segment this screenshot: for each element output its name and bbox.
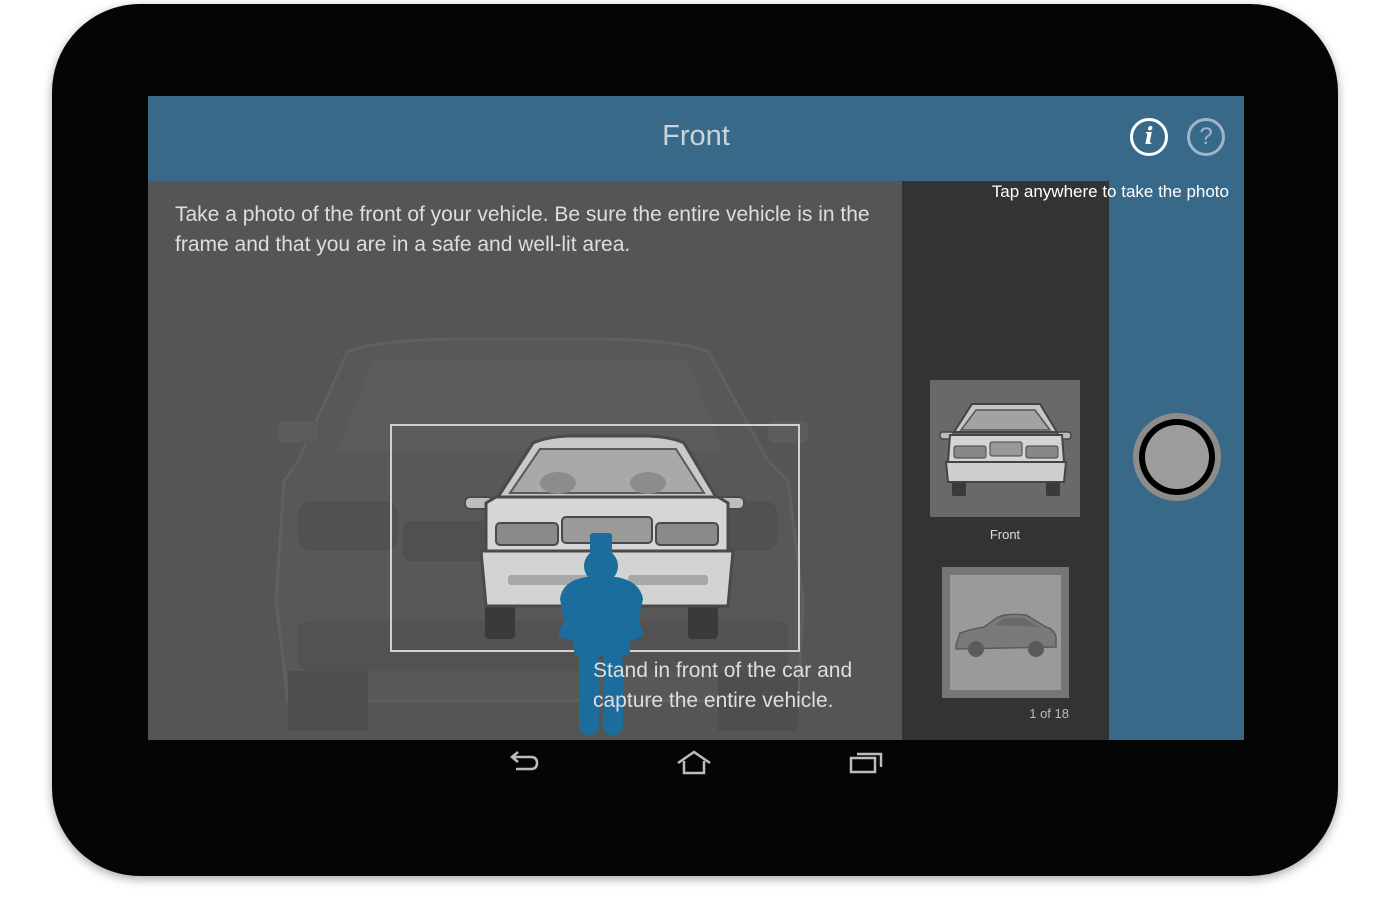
help-button[interactable]: ? <box>1187 118 1225 156</box>
shutter-ring <box>1139 419 1215 495</box>
stand-hint-text: Stand in front of the car and capture th… <box>593 659 853 712</box>
capture-panel[interactable] <box>1109 181 1244 740</box>
help-icon: ? <box>1199 123 1213 150</box>
shutter-button[interactable] <box>1133 413 1221 501</box>
car-side-icon <box>955 613 1057 657</box>
system-nav-bar <box>148 740 1244 788</box>
back-button[interactable] <box>504 746 544 778</box>
car-front-icon <box>939 403 1072 496</box>
title-bar: Front i ? <box>148 96 1244 181</box>
tap-hint-text: Tap anywhere to take the photo <box>991 182 1229 201</box>
back-icon <box>510 751 539 771</box>
recents-icon <box>849 752 883 774</box>
info-button[interactable]: i <box>1130 118 1168 156</box>
photo-counter: 1 of 18 <box>1029 706 1069 721</box>
thumbnail-strip: Front 1 of 18 <box>902 181 1109 740</box>
instructions-text: Take a photo of the front of your vehicl… <box>175 203 870 256</box>
thumbnail-front-label: Front <box>989 527 1021 542</box>
thumbnail-side[interactable] <box>942 567 1069 698</box>
shutter-icon <box>1145 425 1209 489</box>
recents-button[interactable] <box>846 746 886 778</box>
home-button[interactable] <box>674 746 714 778</box>
info-icon: i <box>1144 123 1154 150</box>
home-icon <box>677 750 711 775</box>
camera-screen[interactable]: Front i ? Take a photo of the front of y… <box>148 96 1244 740</box>
page-title: Front <box>662 120 730 152</box>
thumbnail-front[interactable] <box>930 380 1080 517</box>
